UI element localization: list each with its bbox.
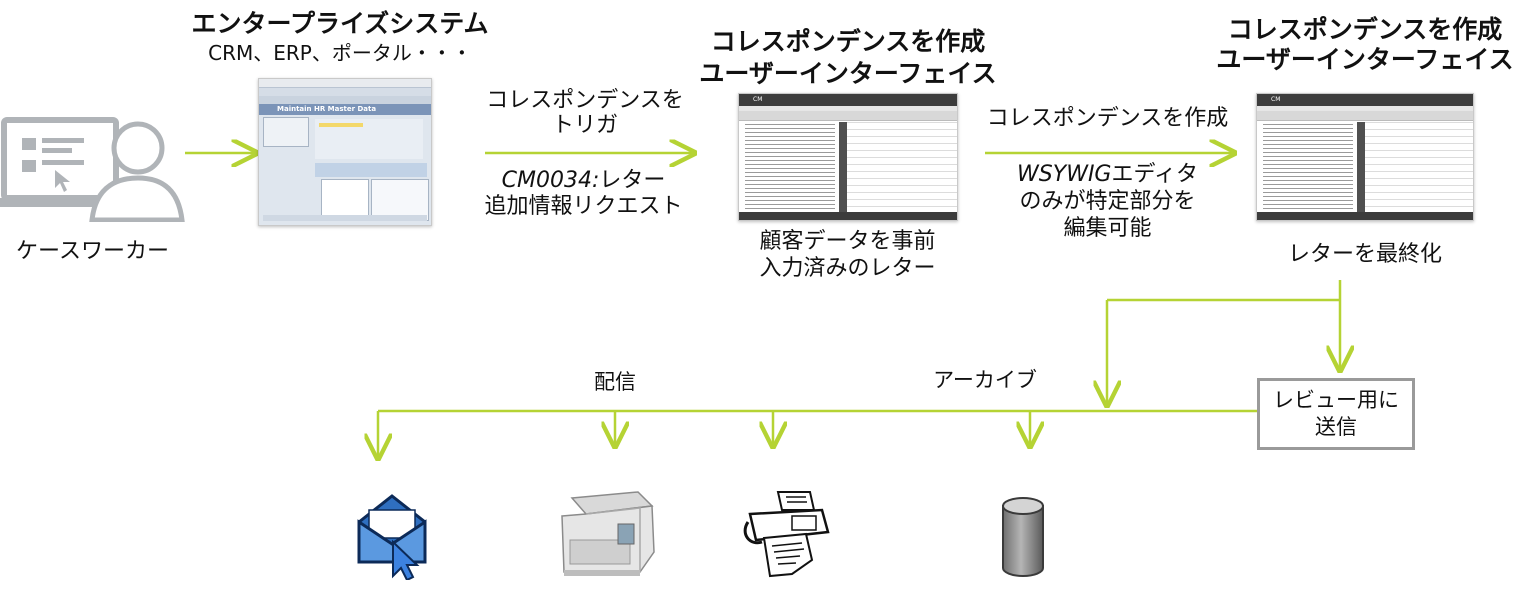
trigger-code: CM0034:	[501, 168, 600, 193]
editor-suffix: エディタ	[1111, 162, 1198, 187]
ui1-app-name: CM	[739, 94, 957, 106]
person-monitor-icon	[0, 117, 185, 222]
enterprise-subtitle: CRM、ERP、ポータル・・・	[208, 41, 472, 65]
ui2-caption: レターを最終化	[1287, 242, 1442, 267]
ui1-title-line2: ユーザーインターフェイス	[699, 59, 997, 88]
ui1-title-line1: コレスポンデンスを作成	[710, 27, 986, 56]
create-editor-line1: WSYWIGエディタ	[955, 162, 1260, 187]
enterprise-screenshot: Maintain HR Master Data	[258, 78, 432, 226]
ui2-app-name: CM	[1257, 94, 1473, 106]
printer-icon	[561, 491, 655, 576]
enterprise-screen-title: Maintain HR Master Data	[259, 104, 431, 115]
ui2-title-line1: コレスポンデンスを作成	[1227, 15, 1503, 44]
email-icon	[357, 494, 427, 580]
trigger-detail-line2: 追加情報リクエスト	[484, 194, 683, 219]
enterprise-title: エンタープライズシステム	[191, 9, 489, 38]
review-box: レビュー用に 送信	[1257, 378, 1415, 450]
trigger-label: コレスポンデンスをトリガ	[486, 88, 684, 139]
create-label: コレスポンデンスを作成	[986, 106, 1229, 131]
ui1-screenshot: CM	[738, 93, 958, 221]
create-editor-line3: 編集可能	[1063, 216, 1152, 241]
trigger-detail: CM0034:レター	[476, 168, 691, 193]
ui2-title-line2: ユーザーインターフェイス	[1216, 45, 1514, 74]
archive-label: アーカイブ	[933, 368, 1037, 392]
database-icon	[1002, 497, 1044, 577]
create-editor-line2: のみが特定部分を	[1019, 189, 1196, 214]
delivery-label: 配信	[594, 370, 636, 394]
editor-prefix: WSYWIG	[1017, 162, 1112, 187]
trigger-detail-line1: レター	[599, 168, 666, 193]
ui1-caption-line1: 顧客データを事前	[759, 229, 936, 254]
review-label-line1: レビュー用に	[1273, 387, 1399, 412]
ui1-caption-line2: 入力済みのレター	[759, 256, 936, 281]
review-label-line2: 送信	[1315, 415, 1357, 439]
fax-icon	[743, 491, 830, 578]
ui2-screenshot: CM	[1256, 93, 1474, 221]
caseworker-label: ケースワーカー	[16, 239, 169, 264]
